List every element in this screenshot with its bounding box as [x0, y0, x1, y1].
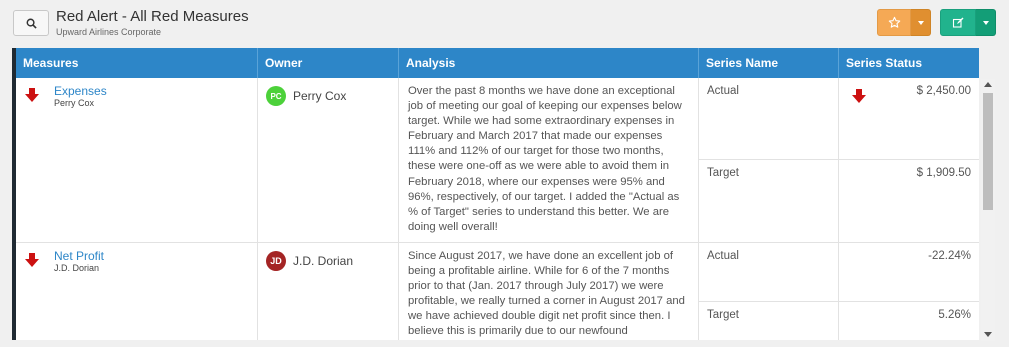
avatar: JD — [266, 251, 286, 271]
owner-cell: JD J.D. Dorian — [258, 243, 399, 340]
series-status-cell: -22.24% 5.26% — [839, 243, 979, 340]
star-icon — [888, 16, 900, 28]
column-header-owner[interactable]: Owner — [258, 48, 399, 78]
series-status-cell: $ 2,450.00 $ 1,909.50 — [839, 78, 979, 242]
series-name: Target — [707, 167, 739, 179]
red-down-arrow-icon — [25, 253, 39, 267]
favorite-dropdown-toggle[interactable] — [911, 9, 931, 36]
series-name: Actual — [707, 85, 739, 97]
series-name: Actual — [707, 250, 739, 262]
series-status-value: 5.26% — [938, 309, 971, 321]
series-name-cell: Actual Target — [699, 78, 839, 242]
measure-owner: J.D. Dorian — [54, 263, 100, 273]
page-title: Red Alert - All Red Measures — [56, 8, 249, 25]
page-header: Red Alert - All Red Measures Upward Airl… — [56, 8, 249, 37]
analysis-text: Since August 2017, we have done an excel… — [408, 250, 685, 338]
series-status-value: $ 1,909.50 — [916, 167, 971, 179]
series-name-cell: Actual Target — [699, 243, 839, 340]
measure-cell: Expenses Perry Cox — [16, 78, 258, 242]
table-header: Measures Owner Analysis Series Name Seri… — [16, 48, 979, 78]
column-header-series-status[interactable]: Series Status — [839, 48, 979, 78]
owner-name: Perry Cox — [293, 89, 347, 103]
column-header-measures[interactable]: Measures — [16, 48, 258, 78]
edit-icon — [952, 17, 964, 28]
measure-link[interactable]: Expenses — [54, 84, 107, 98]
measure-owner: Perry Cox — [54, 98, 95, 108]
edit-button[interactable] — [940, 9, 976, 36]
favorite-button[interactable] — [877, 9, 911, 36]
analysis-cell: Over the past 8 months we have done an e… — [399, 78, 699, 242]
measure-cell: Net Profit J.D. Dorian — [16, 243, 258, 340]
avatar: PC — [266, 86, 286, 106]
chevron-down-icon — [917, 20, 924, 25]
analysis-cell: Since August 2017, we have done an excel… — [399, 243, 699, 340]
table-row: Expenses Perry Cox PC Perry Cox Over the… — [16, 78, 979, 243]
measure-link[interactable]: Net Profit — [54, 249, 104, 263]
red-down-arrow-icon — [25, 88, 39, 102]
page-subtitle: Upward Airlines Corporate — [56, 27, 162, 37]
edit-button-group — [940, 9, 996, 36]
red-down-arrow-icon — [852, 89, 866, 103]
column-header-series-name[interactable]: Series Name — [699, 48, 839, 78]
analysis-text: Over the past 8 months we have done an e… — [408, 85, 682, 233]
vertical-scrollbar[interactable] — [981, 79, 995, 341]
owner-cell: PC Perry Cox — [258, 78, 399, 242]
owner-name: J.D. Dorian — [293, 254, 354, 268]
series-name: Target — [707, 309, 739, 321]
measures-table: Measures Owner Analysis Series Name Seri… — [12, 48, 979, 340]
scrollbar-thumb[interactable] — [983, 93, 993, 210]
series-status-value: -22.24% — [928, 250, 971, 262]
favorite-button-group — [877, 9, 931, 36]
scroll-down-arrow-icon[interactable] — [984, 332, 992, 337]
table-row: Net Profit J.D. Dorian JD J.D. Dorian Si… — [16, 243, 979, 340]
scroll-up-arrow-icon[interactable] — [984, 82, 992, 87]
search-icon — [26, 18, 37, 29]
edit-dropdown-toggle[interactable] — [976, 9, 996, 36]
column-header-analysis[interactable]: Analysis — [399, 48, 699, 78]
search-button[interactable] — [13, 10, 49, 36]
chevron-down-icon — [982, 20, 989, 25]
